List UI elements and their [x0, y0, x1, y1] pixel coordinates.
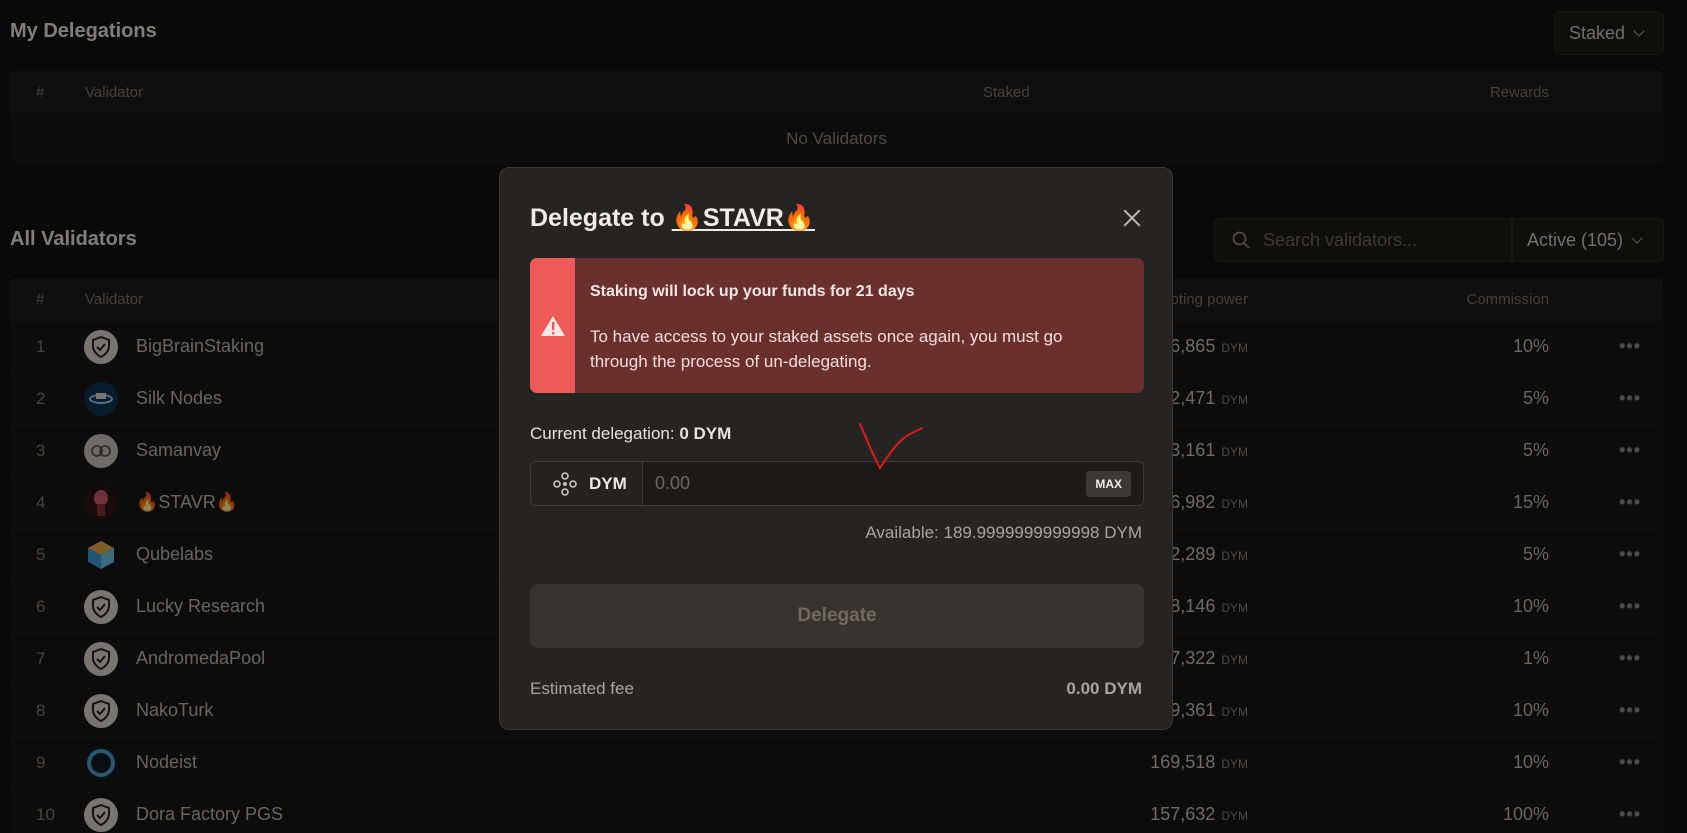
- delegate-button[interactable]: Delegate: [530, 584, 1144, 648]
- close-icon[interactable]: [1122, 208, 1142, 228]
- dymension-token-icon: [553, 471, 577, 496]
- delegate-modal: Delegate to 🔥STAVR🔥 Staking will lock up…: [499, 167, 1173, 730]
- token-symbol: DYM: [589, 473, 627, 493]
- warning-body: To have access to your staked assets onc…: [590, 327, 1063, 371]
- max-button[interactable]: MAX: [1086, 470, 1131, 497]
- warning-title: Staking will lock up your funds for 21 d…: [590, 283, 915, 300]
- estimated-fee-label: Estimated fee: [530, 679, 634, 698]
- estimated-fee-value: 0.00 DYM: [1066, 679, 1142, 698]
- validator-link[interactable]: 🔥STAVR🔥: [672, 204, 815, 232]
- token-selector: DYM: [531, 462, 643, 505]
- amount-field[interactable]: DYM MAX: [530, 461, 1144, 506]
- available-balance: Available: 189.9999999999998 DYM: [865, 523, 1142, 542]
- checkmark-annotation: [859, 423, 923, 470]
- warning-icon: [530, 258, 575, 393]
- current-delegation: Current delegation: 0 DYM: [530, 424, 732, 443]
- modal-title: Delegate to 🔥STAVR🔥: [530, 204, 815, 232]
- warning-banner: Staking will lock up your funds for 21 d…: [530, 258, 1144, 393]
